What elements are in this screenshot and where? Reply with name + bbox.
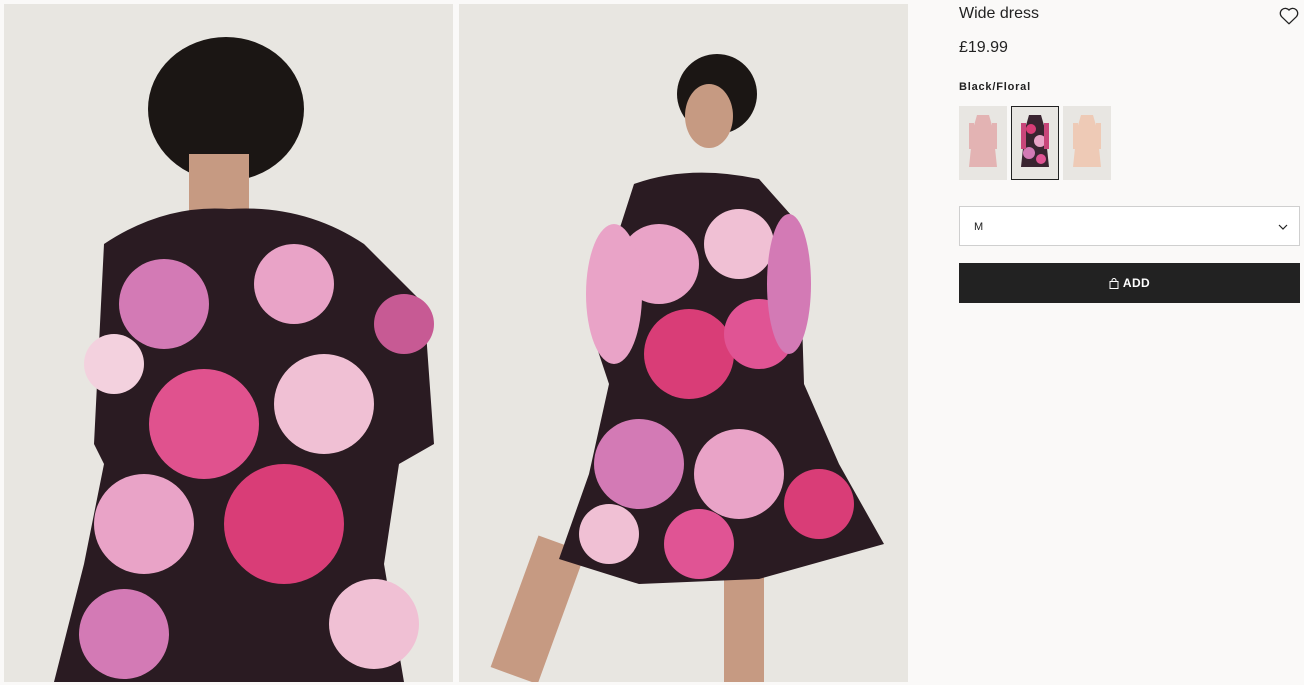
size-select-value: M <box>974 221 984 233</box>
swatch-light-pink-floral[interactable] <box>959 106 1007 180</box>
shopping-bag-icon <box>1109 277 1119 289</box>
size-select[interactable]: M <box>959 206 1300 246</box>
colour-swatches <box>959 106 1111 180</box>
selected-colour-label: Black/Floral <box>959 81 1031 93</box>
photo-front-illustration <box>459 4 908 682</box>
product-details-panel: Wide dress £19.99 Black/Floral M ADD <box>959 0 1300 685</box>
product-title: Wide dress <box>959 5 1040 22</box>
add-button-label: ADD <box>1122 276 1151 290</box>
add-to-bag-button[interactable]: ADD <box>959 263 1300 303</box>
swatch-dress-thumbnail <box>1021 115 1049 167</box>
product-price: £19.99 <box>959 39 1008 56</box>
swatch-dress-thumbnail <box>1073 115 1101 167</box>
dress-back-view-image[interactable] <box>4 4 453 682</box>
photo-back-illustration <box>4 4 453 682</box>
chevron-down-icon <box>1278 224 1288 230</box>
swatch-black-floral[interactable] <box>1011 106 1059 180</box>
swatch-beige[interactable] <box>1063 106 1111 180</box>
swatch-dress-thumbnail <box>969 115 997 167</box>
dress-front-view-image[interactable] <box>459 4 908 682</box>
heart-icon[interactable] <box>1278 5 1300 27</box>
